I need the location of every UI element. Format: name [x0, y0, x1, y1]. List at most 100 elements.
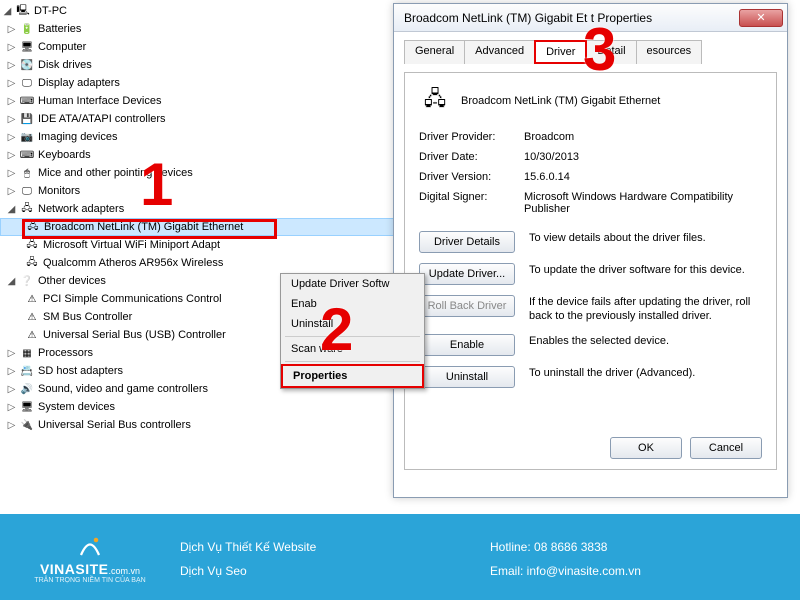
device-icon: 🖵 [19, 183, 35, 199]
expand-icon[interactable]: ▷ [6, 60, 17, 71]
ok-button[interactable]: OK [610, 437, 682, 459]
info-label: Driver Provider: [419, 131, 524, 143]
device-icon: 🖵 [19, 75, 35, 91]
tree-label: Universal Serial Bus (USB) Controller [43, 329, 226, 341]
driver-details-button[interactable]: Driver Details [419, 231, 515, 253]
brand-suffix: .com.vn [109, 566, 141, 576]
tree-label: Other devices [38, 275, 106, 287]
network-device-icon: 🖧 [419, 85, 451, 117]
cancel-button[interactable]: Cancel [690, 437, 762, 459]
device-icon: 💽 [19, 57, 35, 73]
other-icon: ❔ [19, 273, 35, 289]
tree-label: Disk drives [38, 59, 92, 71]
collapse-icon[interactable]: ◢ [6, 204, 17, 215]
update-driver-button[interactable]: Update Driver... [419, 263, 515, 285]
tree-category[interactable]: ▷🔋Batteries [0, 20, 400, 38]
expand-icon[interactable]: ▷ [6, 366, 17, 377]
network-icon: 🖧 [19, 201, 35, 217]
collapse-icon[interactable]: ◢ [2, 6, 13, 17]
tree-root[interactable]: ◢ 🖳 DT-PC [0, 2, 400, 20]
expand-icon[interactable]: ▷ [6, 384, 17, 395]
button-description: To uninstall the driver (Advanced). [529, 366, 762, 380]
tab-resources[interactable]: esources [636, 40, 703, 64]
brand-footer: VINASITE.com.vn TRÂN TRỌNG NIỀM TIN CỦA … [0, 514, 800, 600]
expand-icon[interactable]: ▷ [6, 186, 17, 197]
expand-icon[interactable]: ▷ [6, 42, 17, 53]
close-icon: ✕ [756, 11, 765, 24]
device-icon: 🔌 [19, 417, 35, 433]
tree-category[interactable]: ▷🖥System devices [0, 398, 400, 416]
tab-driver[interactable]: Driver [534, 40, 587, 64]
tree-category[interactable]: ▷⌨Keyboards [0, 146, 400, 164]
expand-icon[interactable]: ▷ [6, 132, 17, 143]
tree-label: Network adapters [38, 203, 124, 215]
tree-label: Processors [38, 347, 93, 359]
close-button[interactable]: ✕ [739, 9, 783, 27]
tree-label: Keyboards [38, 149, 91, 161]
expand-icon[interactable]: ▷ [6, 402, 17, 413]
device-icon: ⌨ [19, 147, 35, 163]
expand-icon[interactable]: ▷ [6, 114, 17, 125]
enable-button[interactable]: Enable [419, 334, 515, 356]
info-label: Driver Date: [419, 151, 524, 163]
tree-category[interactable]: ▷⌨Human Interface Devices [0, 92, 400, 110]
uninstall-button[interactable]: Uninstall [419, 366, 515, 388]
hotline: Hotline: 08 8686 3838 [490, 540, 800, 554]
digital-signer: Microsoft Windows Hardware Compatibility… [524, 191, 762, 215]
device-icon: 📷 [19, 129, 35, 145]
tree-category-network[interactable]: ◢ 🖧 Network adapters [0, 200, 400, 218]
warning-icon: ⚠ [24, 309, 40, 325]
expand-icon[interactable]: ▷ [6, 150, 17, 161]
service-webdesign: Dịch Vụ Thiết Kế Website [180, 540, 490, 554]
tree-category[interactable]: ▷📷Imaging devices [0, 128, 400, 146]
rollback-driver-button[interactable]: Roll Back Driver [419, 295, 515, 317]
annotation-1: 1 [140, 150, 173, 219]
tree-label: SM Bus Controller [43, 311, 132, 323]
logo: VINASITE.com.vn TRÂN TRỌNG NIỀM TIN CỦA … [0, 531, 180, 584]
driver-date: 10/30/2013 [524, 151, 762, 163]
expand-icon[interactable]: ▷ [6, 96, 17, 107]
info-label: Driver Version: [419, 171, 524, 183]
tab-advanced[interactable]: Advanced [464, 40, 535, 64]
tree-category[interactable]: ▷💽Disk drives [0, 56, 400, 74]
device-icon: 🖥 [19, 39, 35, 55]
tree-category[interactable]: ▷🔌Universal Serial Bus controllers [0, 416, 400, 434]
tree-item[interactable]: 🖧 Qualcomm Atheros AR956x Wireless [0, 254, 400, 272]
menu-properties[interactable]: Properties [281, 364, 424, 388]
expand-icon[interactable]: ▷ [6, 420, 17, 431]
tree-category[interactable]: ▷🖵Display adapters [0, 74, 400, 92]
warning-icon: ⚠ [24, 291, 40, 307]
service-seo: Dịch Vụ Seo [180, 564, 490, 578]
button-description: To update the driver software for this d… [529, 263, 762, 277]
menu-update-driver[interactable]: Update Driver Softw [281, 274, 424, 294]
collapse-icon[interactable]: ◢ [6, 276, 17, 287]
expand-icon[interactable]: ▷ [6, 24, 17, 35]
email: Email: info@vinasite.com.vn [490, 564, 800, 578]
computer-icon: 🖳 [15, 3, 31, 19]
tree-category[interactable]: ▷🖵Monitors [0, 182, 400, 200]
device-icon: 🖥 [19, 399, 35, 415]
tree-category[interactable]: ▷🖥Computer [0, 38, 400, 56]
brand-name: VINASITE [40, 561, 109, 577]
device-name: Broadcom NetLink (TM) Gigabit Ethernet [461, 95, 660, 107]
device-icon: ▦ [19, 345, 35, 361]
network-adapter-icon: 🖧 [24, 237, 40, 253]
info-label: Digital Signer: [419, 191, 524, 215]
tree-category[interactable]: ▷💾IDE ATA/ATAPI controllers [0, 110, 400, 128]
driver-version: 15.6.0.14 [524, 171, 762, 183]
tree-label: Computer [38, 41, 86, 53]
device-icon: 🖱 [19, 165, 35, 181]
tree-category[interactable]: ▷🖱Mice and other pointing devices [0, 164, 400, 182]
network-adapter-icon: 🖧 [24, 255, 40, 271]
tab-general[interactable]: General [404, 40, 465, 64]
annotation-2: 2 [320, 295, 353, 364]
tree-label: Batteries [38, 23, 81, 35]
device-tree: ◢ 🖳 DT-PC ▷🔋Batteries▷🖥Computer▷💽Disk dr… [0, 0, 400, 500]
tree-label: Imaging devices [38, 131, 118, 143]
expand-icon[interactable]: ▷ [6, 168, 17, 179]
button-description: To view details about the driver files. [529, 231, 762, 245]
expand-icon[interactable]: ▷ [6, 78, 17, 89]
tree-label: IDE ATA/ATAPI controllers [38, 113, 166, 125]
brand-tagline: TRÂN TRỌNG NIỀM TIN CỦA BẠN [34, 577, 145, 584]
expand-icon[interactable]: ▷ [6, 348, 17, 359]
